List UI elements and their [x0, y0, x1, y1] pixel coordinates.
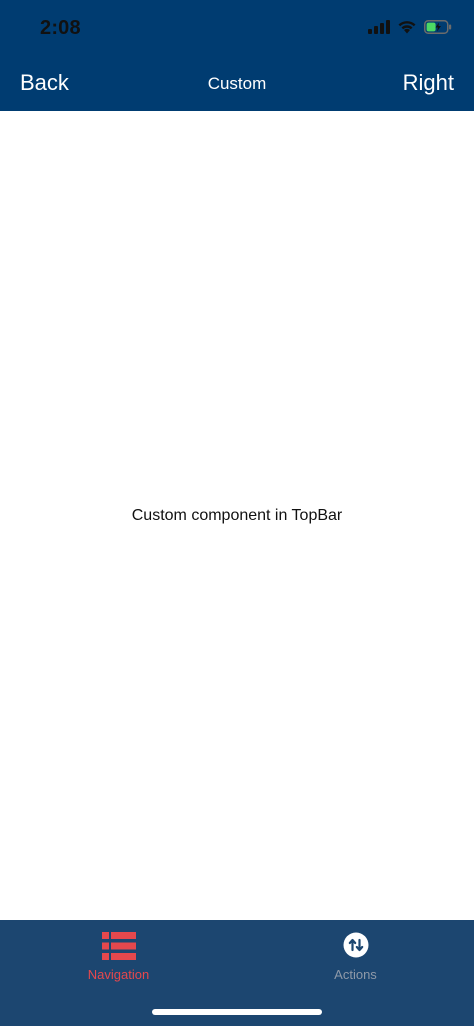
tab-actions[interactable]: Actions	[237, 920, 474, 1000]
main-content: Custom component in TopBar	[0, 111, 474, 920]
bottom-tab-bar: Navigation Actions	[0, 920, 474, 1026]
custom-component-message: Custom component in TopBar	[131, 507, 343, 524]
right-button[interactable]: Right	[403, 70, 454, 96]
list-icon	[101, 932, 136, 965]
top-bar: Back Custom Right	[0, 58, 474, 111]
status-bar: 2:08	[0, 0, 474, 58]
home-indicator	[152, 1009, 322, 1015]
tab-navigation-label: Navigation	[87, 967, 150, 982]
signal-icon	[368, 19, 390, 39]
tab-actions-label: Actions	[334, 967, 377, 982]
wifi-icon	[397, 19, 417, 39]
status-time: 2:08	[40, 17, 81, 39]
battery-icon	[424, 19, 452, 39]
swap-arrows-icon	[343, 932, 369, 963]
header: 2:08 Back Custom Right	[0, 0, 474, 111]
tab-navigation[interactable]: Navigation	[0, 920, 237, 1000]
screen: 2:08 Back Custom Right Custom component …	[0, 0, 474, 1026]
status-icons	[368, 19, 452, 39]
